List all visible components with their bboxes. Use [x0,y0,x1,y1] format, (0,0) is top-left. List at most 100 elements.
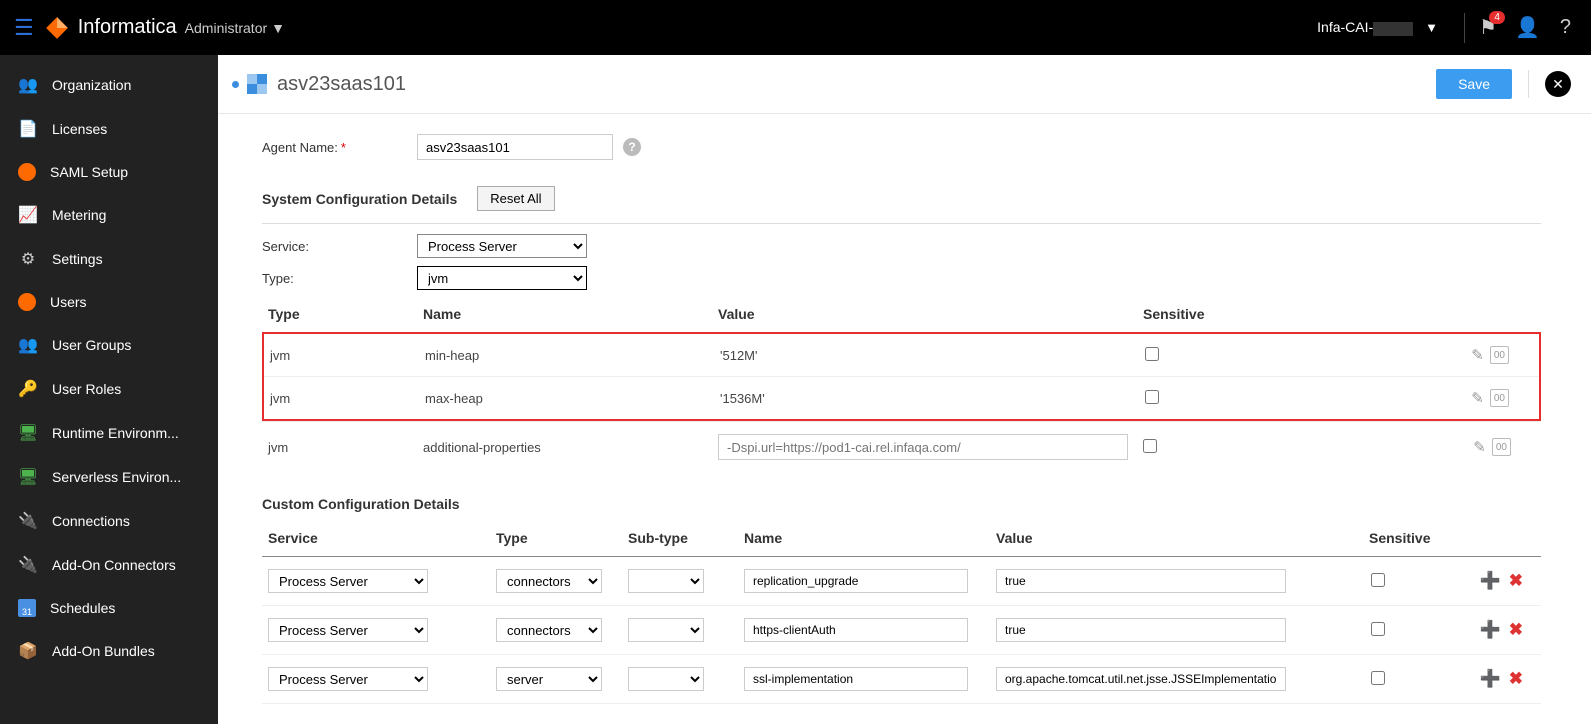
agent-icon [247,74,267,94]
save-button[interactable]: Save [1436,69,1512,99]
agent-name-label: Agent Name:* [262,140,417,155]
custom-subtype-select[interactable] [628,618,704,642]
user-groups-icon: 👥 [18,335,38,355]
service-select[interactable]: Process Server [417,234,587,258]
reset-row-icon[interactable]: 00 [1492,438,1511,456]
sidebar-item-runtime-env[interactable]: 🖥Runtime Environm... [0,411,218,455]
custom-type-select[interactable]: server [496,667,602,691]
hamburger-icon[interactable]: ☰ [14,15,34,41]
top-bar: ☰ Informatica Administrator ▼ Infa-CAI- … [0,0,1591,55]
delete-row-icon[interactable]: ✖ [1509,669,1523,688]
custom-config-section: Custom Configuration Details Service Typ… [262,496,1541,704]
metering-icon: 📈 [18,205,38,225]
agent-name-input[interactable] [417,134,613,160]
max-heap-sensitive-checkbox[interactable] [1145,390,1159,404]
org-selector[interactable]: Infa-CAI- [1317,19,1413,35]
org-chevron-icon[interactable]: ▼ [1425,20,1438,35]
organization-icon: 👥 [18,75,38,95]
edit-icon[interactable]: ✎ [1473,438,1486,456]
agent-name-row: Agent Name:* ? [262,134,1541,160]
service-chevron-icon[interactable]: ▼ [271,20,285,36]
sidebar-item-addon-connectors[interactable]: 🔌Add-On Connectors [0,543,218,587]
help-icon[interactable]: ? [1560,16,1571,39]
col-name-header: Name [423,306,718,322]
add-row-icon[interactable]: ➕ [1480,571,1501,590]
addon-connectors-icon: 🔌 [18,555,38,575]
delete-row-icon[interactable]: ✖ [1509,571,1523,590]
sidebar-item-organization[interactable]: 👥Organization [0,63,218,107]
page-header: asv23saas101 Save ✕ [218,55,1591,114]
sidebar-item-metering[interactable]: 📈Metering [0,193,218,237]
close-button[interactable]: ✕ [1545,71,1571,97]
connections-icon: 🔌 [18,511,38,531]
agent-name-help-icon[interactable]: ? [623,138,641,156]
sidebar-item-serverless-env[interactable]: 🖥Serverless Environ... [0,455,218,499]
service-name: Administrator [185,20,267,36]
sidebar-item-user-groups[interactable]: 👥User Groups [0,323,218,367]
serverless-icon: 🖥 [18,467,38,487]
system-config-table-header: Type Name Value Sensitive [262,298,1541,332]
col-type-header: Type [268,306,423,322]
users-icon [18,293,36,311]
sidebar: 👥Organization 📄Licenses SAML Setup 📈Mete… [0,55,218,724]
sidebar-item-user-roles[interactable]: 🔑User Roles [0,367,218,411]
custom-value-input[interactable] [996,667,1286,691]
sidebar-item-settings[interactable]: ⚙Settings [0,237,218,281]
custom-subtype-select[interactable] [628,569,704,593]
main-content: asv23saas101 Save ✕ Agent Name:* ? Syste… [218,55,1591,724]
sidebar-item-users[interactable]: Users [0,281,218,323]
notifications-button[interactable]: ⚑ 4 [1479,15,1497,40]
custom-name-input[interactable] [744,569,968,593]
sidebar-item-schedules[interactable]: 31Schedules [0,587,218,629]
custom-row: Process Server connectors ➕ ✖ [262,557,1541,606]
reset-all-button[interactable]: Reset All [477,186,554,211]
custom-type-select[interactable]: connectors [496,569,602,593]
custom-value-input[interactable] [996,569,1286,593]
custom-name-input[interactable] [744,618,968,642]
user-roles-icon: 🔑 [18,379,38,399]
delete-row-icon[interactable]: ✖ [1509,620,1523,639]
sidebar-item-saml[interactable]: SAML Setup [0,151,218,193]
sidebar-item-addon-bundles[interactable]: 📦Add-On Bundles [0,629,218,673]
add-row-icon[interactable]: ➕ [1480,669,1501,688]
custom-name-input[interactable] [744,667,968,691]
add-row-icon[interactable]: ➕ [1480,620,1501,639]
custom-service-select[interactable]: Process Server [268,569,428,593]
type-label: Type: [262,271,417,286]
reset-row-icon[interactable]: 00 [1490,389,1509,407]
additional-properties-sensitive-checkbox[interactable] [1143,439,1157,453]
addon-bundles-icon: 📦 [18,641,38,661]
custom-service-select[interactable]: Process Server [268,667,428,691]
unsaved-indicator-icon [232,81,239,88]
custom-type-select[interactable]: connectors [496,618,602,642]
reset-row-icon[interactable]: 00 [1490,346,1509,364]
informatica-logo-icon [44,15,70,41]
service-label: Service: [262,239,417,254]
edit-icon[interactable]: ✎ [1471,346,1484,364]
custom-value-input[interactable] [996,618,1286,642]
sys-row-min-heap: jvm min-heap '512M' ✎00 [264,334,1539,376]
system-config-title: System Configuration Details [262,191,457,207]
system-config-table: Type Name Value Sensitive jvm min-heap '… [262,298,1541,472]
custom-sensitive-checkbox[interactable] [1371,622,1385,636]
custom-sensitive-checkbox[interactable] [1371,573,1385,587]
sidebar-item-licenses[interactable]: 📄Licenses [0,107,218,151]
type-select[interactable]: jvm [417,266,587,290]
page-title: asv23saas101 [277,73,406,96]
type-row: Type: jvm [262,266,1541,290]
brand-name: Informatica [78,16,177,39]
saml-icon [18,163,36,181]
custom-row: Process Server server ➕ ✖ [262,655,1541,704]
runtime-icon: 🖥 [18,423,38,443]
additional-properties-input[interactable] [718,434,1128,460]
custom-config-title: Custom Configuration Details [262,496,1521,512]
min-heap-sensitive-checkbox[interactable] [1145,347,1159,361]
user-icon[interactable]: 👤 [1515,15,1540,40]
sidebar-item-connections[interactable]: 🔌Connections [0,499,218,543]
col-sensitive-header: Sensitive [1143,306,1373,322]
custom-service-select[interactable]: Process Server [268,618,428,642]
custom-subtype-select[interactable] [628,667,704,691]
edit-icon[interactable]: ✎ [1471,389,1484,407]
sys-row-max-heap: jvm max-heap '1536M' ✎00 [264,376,1539,419]
custom-sensitive-checkbox[interactable] [1371,671,1385,685]
